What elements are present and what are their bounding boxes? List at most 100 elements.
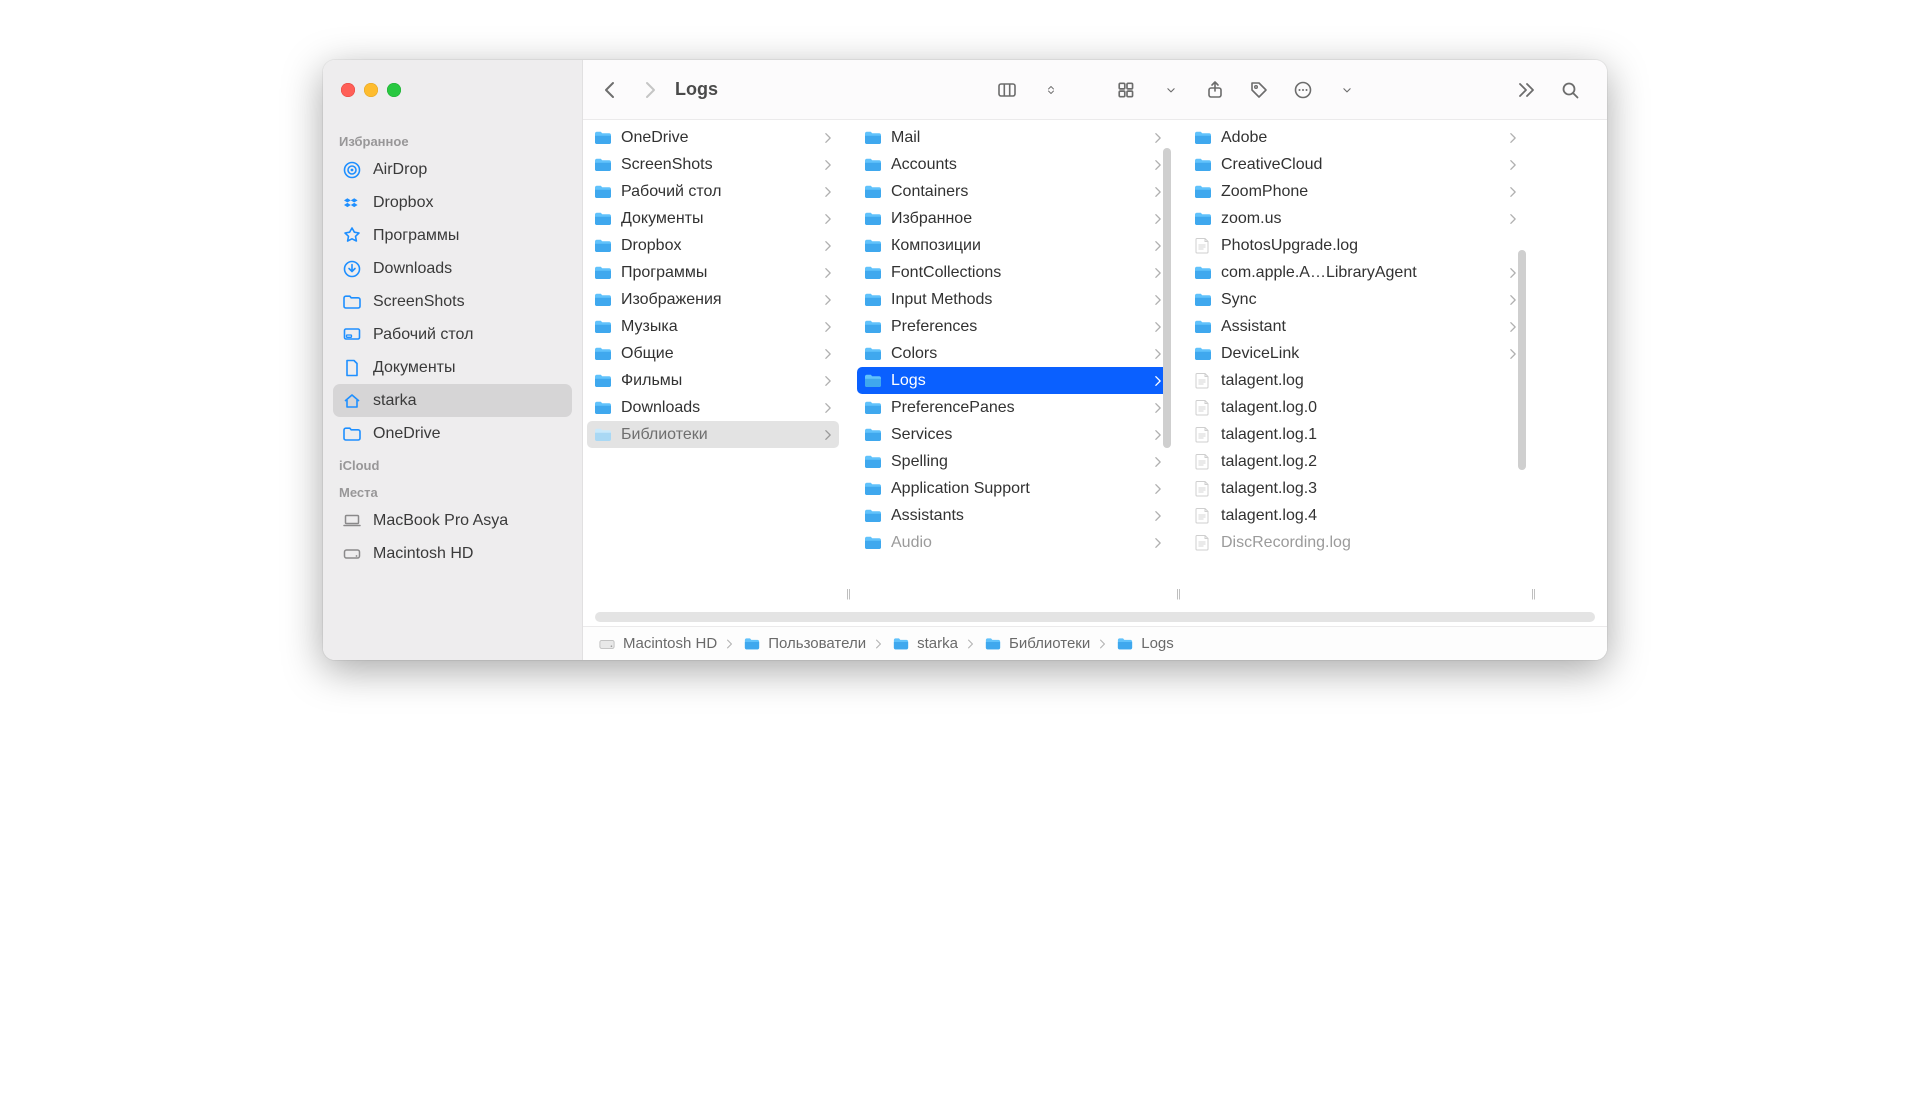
document-icon [1193, 480, 1213, 498]
file-row-label: ZoomPhone [1221, 183, 1500, 201]
file-row[interactable]: Dropbox [587, 232, 839, 259]
file-row[interactable]: Рабочий стол [587, 178, 839, 205]
file-row-label: Assistants [891, 507, 1145, 525]
file-row[interactable]: Downloads [587, 394, 839, 421]
file-row[interactable]: Application Support [857, 475, 1169, 502]
hdd-icon [597, 635, 617, 653]
airdrop-icon [341, 160, 363, 180]
file-row[interactable]: Mail [857, 124, 1169, 151]
column-resize-handle[interactable]: || [1528, 120, 1538, 626]
file-row[interactable]: talagent.log [1187, 367, 1524, 394]
file-row[interactable]: Общие [587, 340, 839, 367]
file-row-label: Accounts [891, 156, 1145, 174]
file-row-label: Композиции [891, 237, 1145, 255]
file-row[interactable]: PhotosUpgrade.log [1187, 232, 1524, 259]
file-row[interactable]: Audio [857, 529, 1169, 556]
file-row[interactable]: com.apple.A…LibraryAgent [1187, 259, 1524, 286]
browser-column[interactable]: Mail Accounts ContainersИзбранное Композици… [853, 120, 1173, 626]
file-row[interactable]: Композиции [857, 232, 1169, 259]
minimize-window-button[interactable] [364, 83, 378, 97]
folder-icon [1193, 291, 1213, 309]
file-row[interactable]: Sync [1187, 286, 1524, 313]
chevron-right-icon [966, 638, 975, 650]
file-row[interactable]: DeviceLink [1187, 340, 1524, 367]
search-button[interactable] [1551, 73, 1589, 107]
path-component[interactable]: Библиотеки [983, 635, 1090, 653]
sidebar-item[interactable]: OneDrive [333, 417, 572, 450]
file-row[interactable]: talagent.log.3 [1187, 475, 1524, 502]
column-browser[interactable]: OneDriveScreenShotsРабочий столДокументы… [583, 120, 1607, 626]
browser-column[interactable]: OneDriveScreenShotsРабочий столДокументы… [583, 120, 843, 626]
sidebar-item[interactable]: Рабочий стол [333, 318, 572, 351]
file-row[interactable]: Accounts [857, 151, 1169, 178]
file-row[interactable]: Services [857, 421, 1169, 448]
browser-column[interactable]: AdobeCreativeCloud ZoomPhone zoom.usPhotos… [1183, 120, 1528, 626]
vertical-scrollbar[interactable] [1518, 250, 1526, 470]
chevron-right-icon [1153, 536, 1163, 550]
file-row[interactable]: Containers [857, 178, 1169, 205]
file-row[interactable]: Input Methods [857, 286, 1169, 313]
file-row[interactable]: FontCollections [857, 259, 1169, 286]
overflow-button[interactable] [1507, 73, 1545, 107]
file-row[interactable]: Colors [857, 340, 1169, 367]
close-window-button[interactable] [341, 83, 355, 97]
folder-icon [863, 426, 883, 444]
file-row[interactable]: Фильмы [587, 367, 839, 394]
file-row[interactable]: CreativeCloud [1187, 151, 1524, 178]
zoom-window-button[interactable] [387, 83, 401, 97]
forward-button[interactable] [633, 74, 665, 106]
path-component[interactable]: Пользователи [742, 635, 866, 653]
arrange-group[interactable] [1108, 73, 1190, 107]
column-resize-handle[interactable]: || [843, 120, 853, 626]
sidebar-item[interactable]: ScreenShots [333, 285, 572, 318]
actions-menu[interactable] [1284, 73, 1366, 107]
file-row[interactable]: ZoomPhone [1187, 178, 1524, 205]
file-row[interactable]: Adobe [1187, 124, 1524, 151]
path-component[interactable]: Logs [1115, 635, 1174, 653]
file-row[interactable]: Изображения [587, 286, 839, 313]
sidebar-item[interactable]: Downloads [333, 252, 572, 285]
file-row[interactable]: Logs [857, 367, 1169, 394]
sidebar-item[interactable]: MacBook Pro Asya [333, 504, 572, 537]
file-row[interactable]: PreferencePanes [857, 394, 1169, 421]
file-row[interactable]: Assistants [857, 502, 1169, 529]
file-row[interactable]: talagent.log.4 [1187, 502, 1524, 529]
file-row[interactable]: Избранное [857, 205, 1169, 232]
sidebar-item[interactable]: AirDrop [333, 153, 572, 186]
file-row[interactable]: Программы [587, 259, 839, 286]
path-component-label: Macintosh HD [623, 635, 717, 652]
path-component[interactable]: Macintosh HD [597, 635, 717, 653]
vertical-scrollbar[interactable] [1163, 148, 1171, 448]
file-row[interactable]: Preferences [857, 313, 1169, 340]
file-row[interactable]: Spelling [857, 448, 1169, 475]
sidebar-item[interactable]: Документы [333, 351, 572, 384]
folder-icon [863, 156, 883, 174]
file-row[interactable]: zoom.us [1187, 205, 1524, 232]
folder-icon [593, 237, 613, 255]
file-row-label: talagent.log.0 [1221, 399, 1518, 417]
sidebar-item[interactable]: Dropbox [333, 186, 572, 219]
folder-icon [863, 372, 883, 390]
sidebar-section-label: Места [333, 477, 572, 504]
file-row[interactable]: talagent.log.1 [1187, 421, 1524, 448]
sidebar-item[interactable]: Программы [333, 219, 572, 252]
view-mode-group[interactable] [988, 73, 1070, 107]
folder-icon [341, 424, 363, 444]
file-row[interactable]: talagent.log.2 [1187, 448, 1524, 475]
column-resize-handle[interactable]: || [1173, 120, 1183, 626]
path-component[interactable]: starka [891, 635, 958, 653]
share-button[interactable] [1196, 73, 1234, 107]
tags-button[interactable] [1240, 73, 1278, 107]
file-row[interactable]: Assistant [1187, 313, 1524, 340]
folder-icon [891, 635, 911, 653]
sidebar-item[interactable]: Macintosh HD [333, 537, 572, 570]
file-row[interactable]: DiscRecording.log [1187, 529, 1524, 556]
file-row[interactable]: Библиотеки [587, 421, 839, 448]
back-button[interactable] [595, 74, 627, 106]
file-row[interactable]: talagent.log.0 [1187, 394, 1524, 421]
file-row[interactable]: OneDrive [587, 124, 839, 151]
file-row[interactable]: Музыка [587, 313, 839, 340]
file-row[interactable]: Документы [587, 205, 839, 232]
file-row[interactable]: ScreenShots [587, 151, 839, 178]
sidebar-item[interactable]: starka [333, 384, 572, 417]
